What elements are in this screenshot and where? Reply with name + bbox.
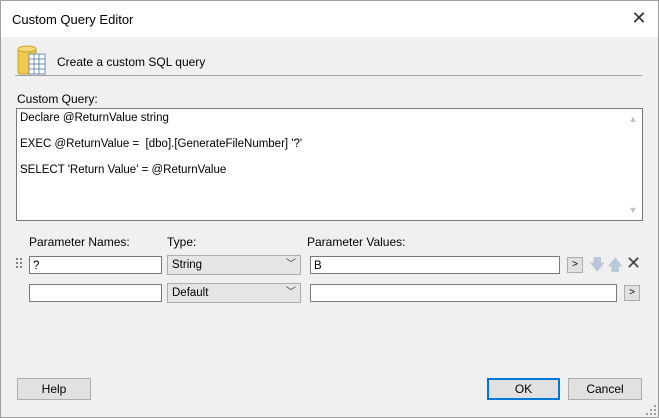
custom-query-textarea[interactable]: Declare @ReturnValue string EXEC @Return… — [16, 108, 643, 221]
database-icon — [17, 45, 46, 75]
browse-value-button[interactable]: > — [624, 285, 640, 301]
help-button[interactable]: Help — [17, 378, 91, 400]
custom-query-editor-dialog: Custom Query Editor ✕ Create a custom SQ… — [0, 0, 659, 418]
delete-row-icon[interactable]: ✕ — [626, 253, 641, 274]
type-label: Type: — [167, 235, 197, 249]
header-divider — [15, 75, 642, 76]
parameter-type-value: Default — [172, 287, 209, 299]
title-bar: Custom Query Editor ✕ — [1, 1, 658, 37]
close-icon[interactable]: ✕ — [630, 9, 648, 27]
query-line: EXEC @ReturnValue = [dbo].[GenerateFileN… — [20, 138, 303, 150]
query-scrollbar[interactable]: ▲ ▼ — [625, 109, 642, 220]
query-line: SELECT 'Return Value' = @ReturnValue — [20, 164, 227, 176]
header-text: Create a custom SQL query — [57, 55, 206, 69]
dialog-header: Create a custom SQL query — [15, 44, 643, 76]
parameter-value-input[interactable] — [310, 284, 617, 302]
parameter-type-select[interactable]: String ﹀ — [167, 255, 301, 275]
cancel-button[interactable]: Cancel — [568, 378, 642, 400]
parameter-type-value: String — [172, 259, 203, 271]
parameter-values-label: Parameter Values: — [307, 235, 406, 249]
query-line: Declare @ReturnValue string — [20, 112, 169, 124]
parameter-names-label: Parameter Names: — [29, 235, 130, 249]
parameter-type-select[interactable]: Default ﹀ — [167, 283, 301, 303]
resize-grip-icon[interactable] — [646, 405, 656, 415]
chevron-down-icon: ﹀ — [286, 259, 296, 270]
scroll-down-icon[interactable]: ▼ — [628, 205, 638, 215]
scroll-up-icon[interactable]: ▲ — [628, 114, 638, 124]
drag-handle-icon[interactable] — [16, 258, 22, 270]
chevron-down-icon: ﹀ — [286, 287, 296, 298]
parameter-name-input[interactable]: ? — [29, 256, 162, 274]
window-title: Custom Query Editor — [12, 12, 134, 27]
move-down-icon[interactable]: 🡇 — [589, 254, 605, 281]
parameter-value-input[interactable]: B — [310, 256, 560, 274]
browse-value-button[interactable]: > — [567, 257, 583, 273]
move-up-icon[interactable]: 🡅 — [607, 254, 623, 281]
ok-button[interactable]: OK — [487, 378, 560, 400]
custom-query-label: Custom Query: — [17, 92, 98, 106]
parameter-name-input[interactable] — [29, 284, 162, 302]
